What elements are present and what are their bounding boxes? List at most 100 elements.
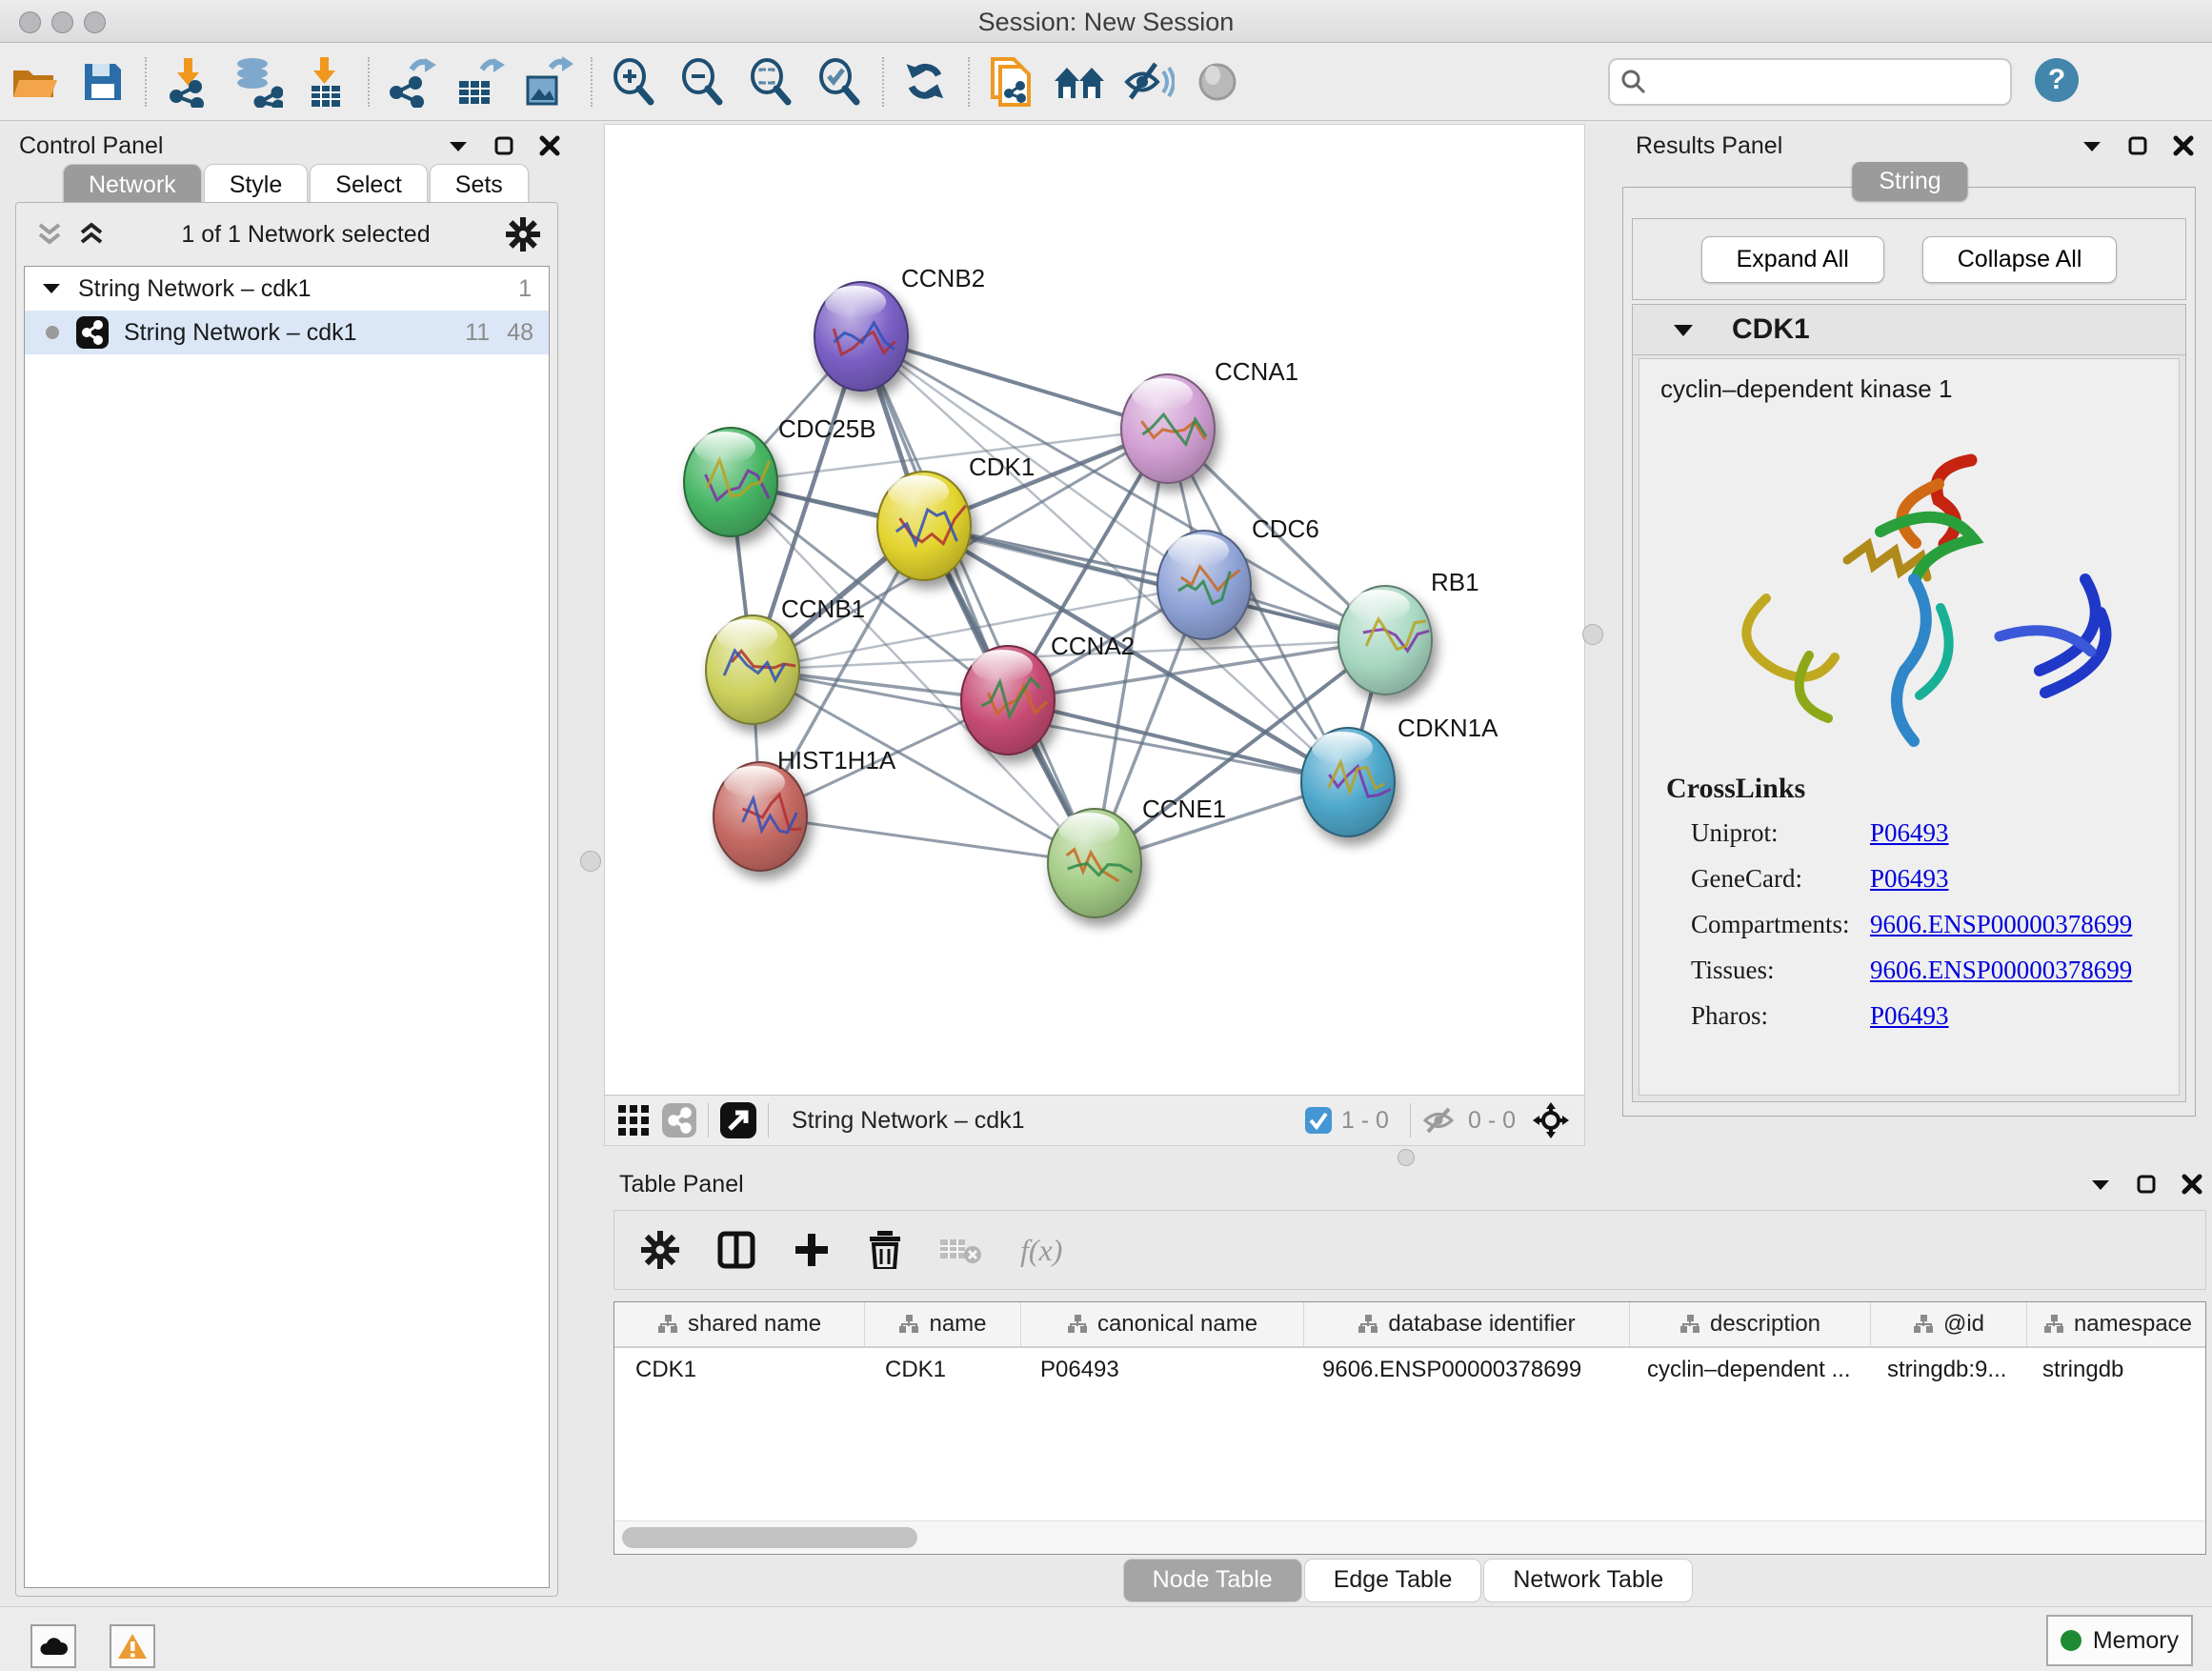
collapse-all-networks-icon[interactable] [35,221,64,248]
network-edge[interactable] [861,336,1095,863]
network-node-CDK1[interactable] [877,472,971,580]
add-column-icon[interactable] [794,1232,830,1268]
network-edge[interactable] [924,526,1385,640]
crosslink-link[interactable]: 9606.ENSP00000378699 [1870,956,2132,985]
panel-menu-icon[interactable] [2090,1178,2111,1191]
network-node-CCNE1[interactable] [1048,809,1141,917]
network-node-CDC25B[interactable] [684,428,777,536]
network-collection-row[interactable]: String Network – cdk1 1 [25,267,549,311]
warning-status-button[interactable] [110,1624,155,1668]
open-session-button[interactable] [0,51,69,112]
table-horizontal-scrollbar[interactable] [614,1520,2205,1554]
network-node-CDKN1A[interactable] [1301,728,1395,836]
node-label-CDC25B: CDC25B [778,414,876,443]
tab-network-table[interactable]: Network Table [1483,1559,1693,1602]
expand-all-button[interactable]: Expand All [1701,236,1884,283]
help-button[interactable]: ? [2035,58,2079,102]
zoom-selected-icon [816,58,864,106]
show-columns-icon[interactable] [717,1231,755,1269]
export-image-icon [524,56,573,108]
crosslink-link[interactable]: P06493 [1870,864,1949,894]
network-edge[interactable] [760,816,1095,863]
zoom-out-button[interactable] [669,51,737,112]
network-node-CCNB2[interactable] [814,282,908,391]
memory-button[interactable]: Memory [2046,1615,2193,1666]
birdseye-grid-icon[interactable] [618,1105,649,1136]
import-table-button[interactable] [292,51,360,112]
gene-expander-icon[interactable] [1673,323,1694,337]
crosslink-link[interactable]: P06493 [1870,1001,1949,1031]
column-header-namespace[interactable]: namespace [2027,1302,2206,1346]
export-image-button[interactable] [514,51,583,112]
tab-node-table[interactable]: Node Table [1123,1559,1302,1602]
column-header-shared-name[interactable]: shared name [614,1302,865,1346]
import-network-file-button[interactable] [154,51,223,112]
table-cell: CDK1 [614,1348,864,1392]
crosslink-link[interactable]: P06493 [1870,818,1949,848]
network-node-CDC6[interactable] [1157,531,1251,639]
refresh-layout-button[interactable] [892,51,960,112]
table-settings-gear-icon[interactable] [641,1231,679,1269]
float-panel-icon[interactable] [493,135,514,156]
column-header-name[interactable]: name [865,1302,1021,1346]
collection-expander-icon[interactable] [42,282,61,295]
network-node-CCNA1[interactable] [1121,374,1215,483]
network-node-RB1[interactable] [1338,586,1432,695]
string-home-button[interactable] [1046,51,1115,112]
zoom-selected-button[interactable] [806,51,875,112]
column-header-description[interactable]: description [1630,1302,1871,1346]
import-network-database-button[interactable] [223,51,292,112]
zoom-in-button[interactable] [600,51,669,112]
close-panel-icon[interactable] [2182,1174,2202,1195]
open-in-browser-icon[interactable] [720,1102,756,1138]
gene-header[interactable]: CDK1 [1633,305,2185,355]
tab-select[interactable]: Select [310,164,427,207]
function-builder-button[interactable]: f(x) [1020,1233,1062,1268]
string-hide-glass-button[interactable] [1115,51,1183,112]
bottom-splitter-handle[interactable] [1398,1149,1415,1166]
panel-menu-icon[interactable] [2081,139,2102,152]
hidden-eye-icon[interactable] [1422,1106,1458,1135]
level-of-detail-button[interactable] [1183,51,1252,112]
network-node-HIST1H1A[interactable] [714,762,807,871]
right-splitter-handle[interactable] [1582,624,1603,645]
cloud-status-button[interactable] [30,1624,76,1668]
scrollbar-thumb[interactable] [622,1527,917,1548]
control-panel-tabs: NetworkStyleSelectSets [63,164,531,207]
crosslink-link[interactable]: 9606.ENSP00000378699 [1870,910,2132,939]
column-header-canonical-name[interactable]: canonical name [1021,1302,1304,1346]
delete-column-icon[interactable] [868,1231,902,1269]
table-row[interactable]: CDK1CDK1P064939606.ENSP00000378699cyclin… [614,1348,2205,1392]
network-node-CCNB1[interactable] [706,615,799,724]
string-share-gray-icon[interactable] [662,1103,696,1137]
panel-menu-icon[interactable] [448,139,469,152]
tab-edge-table[interactable]: Edge Table [1304,1559,1482,1602]
float-panel-icon[interactable] [2127,135,2148,156]
export-table-button[interactable] [446,51,514,112]
selected-checkbox-icon[interactable] [1305,1107,1332,1134]
float-panel-icon[interactable] [2136,1174,2157,1195]
collapse-all-button[interactable]: Collapse All [1922,236,2118,283]
column-header-database-identifier[interactable]: database identifier [1304,1302,1630,1346]
zoom-fit-button[interactable] [737,51,806,112]
network-node-CCNA2[interactable] [961,646,1055,755]
export-network-button[interactable] [377,51,446,112]
close-panel-icon[interactable] [539,135,560,156]
tab-style[interactable]: Style [204,164,309,207]
network-row-selected[interactable]: String Network – cdk1 11 48 [25,311,549,354]
network-view[interactable]: CCNB2CCNA1CDC25BCDK1CDC6RB1CCNB1CCNA2CDK… [604,124,1585,1096]
column-header-@id[interactable]: @id [1871,1302,2027,1346]
expand-all-networks-icon[interactable] [77,221,106,248]
network-options-gear-icon[interactable] [506,217,540,252]
left-splitter-handle[interactable] [580,851,601,872]
save-session-button[interactable] [69,51,137,112]
export-network-icon [387,56,436,108]
tab-network[interactable]: Network [63,164,202,207]
tab-sets[interactable]: Sets [430,164,529,207]
navigator-crosshair-icon[interactable] [1531,1100,1571,1140]
node-table[interactable]: shared namenamecanonical namedatabase id… [613,1301,2206,1555]
tab-string[interactable]: String [1852,162,1967,201]
close-panel-icon[interactable] [2173,135,2194,156]
string-import-button[interactable] [977,51,1046,112]
search-input[interactable] [1648,68,2001,96]
